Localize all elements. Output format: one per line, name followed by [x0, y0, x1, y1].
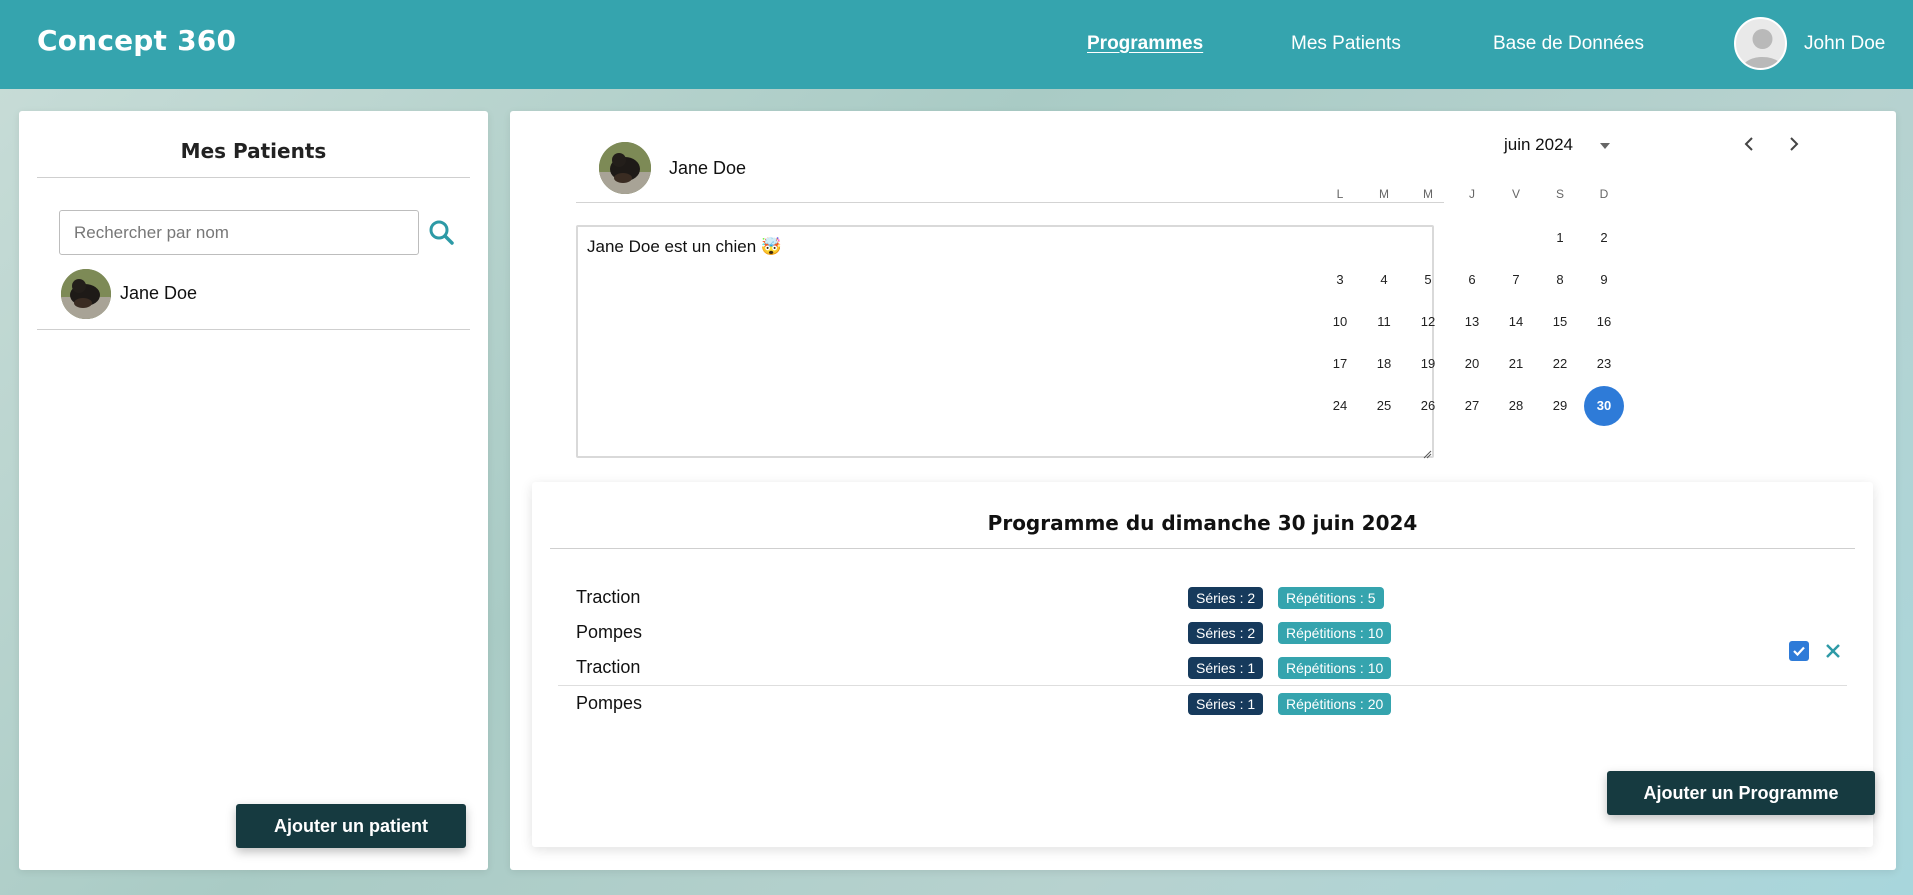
- exercise-name: Traction: [576, 587, 641, 607]
- calendar-weekday-label: D: [1599, 187, 1609, 201]
- calendar-weekday-label: M: [1423, 187, 1433, 201]
- calendar-day[interactable]: 7: [1496, 260, 1536, 300]
- chevron-right-icon[interactable]: [1783, 133, 1805, 155]
- calendar-day[interactable]: 20: [1452, 344, 1492, 384]
- nav-programmes[interactable]: Programmes: [1087, 33, 1203, 55]
- brand-logo[interactable]: Concept 360: [37, 24, 236, 57]
- calendar-day[interactable]: 3: [1320, 260, 1360, 300]
- calendar-day[interactable]: 6: [1452, 260, 1492, 300]
- calendar-day[interactable]: 9: [1584, 260, 1624, 300]
- patient-name: Jane Doe: [120, 283, 198, 303]
- reps-badge: Répétitions : 5: [1278, 587, 1384, 609]
- patient-name-header: Jane Doe: [669, 158, 747, 178]
- calendar-day[interactable]: 17: [1320, 344, 1360, 384]
- search-icon[interactable]: [425, 216, 459, 250]
- calendar-day[interactable]: 4: [1364, 260, 1404, 300]
- calendar-day[interactable]: 11: [1364, 302, 1404, 342]
- reps-badge: Répétitions : 10: [1278, 622, 1392, 644]
- chevron-left-icon[interactable]: [1738, 133, 1760, 155]
- calendar-day[interactable]: 21: [1496, 344, 1536, 384]
- calendar-day[interactable]: 16: [1584, 302, 1624, 342]
- exercise-name: Traction: [576, 657, 641, 677]
- patient-notes-textarea[interactable]: [576, 225, 1434, 458]
- calendar-day[interactable]: 5: [1408, 260, 1448, 300]
- calendar-day[interactable]: 12: [1408, 302, 1448, 342]
- calendar-day[interactable]: 24: [1320, 386, 1360, 426]
- top-navbar: Concept 360 Programmes Mes Patients Base…: [0, 0, 1913, 89]
- program-title: Programme du dimanche 30 juin 2024: [987, 511, 1418, 535]
- calendar-day[interactable]: 23: [1584, 344, 1624, 384]
- calendar-day[interactable]: 28: [1496, 386, 1536, 426]
- divider: [37, 329, 470, 330]
- calendar-weekday-label: M: [1379, 187, 1389, 201]
- program-complete-checkbox[interactable]: [1789, 641, 1809, 661]
- series-badge: Séries : 1: [1188, 693, 1264, 715]
- calendar-day[interactable]: 18: [1364, 344, 1404, 384]
- calendar-day[interactable]: 22: [1540, 344, 1580, 384]
- reps-badge: Répétitions : 10: [1278, 657, 1392, 679]
- divider: [550, 548, 1855, 549]
- series-badge: Séries : 1: [1188, 657, 1264, 679]
- calendar-day[interactable]: 19: [1408, 344, 1448, 384]
- add-patient-button[interactable]: Ajouter un patient: [236, 804, 466, 848]
- calendar-day[interactable]: 14: [1496, 302, 1536, 342]
- calendar-day[interactable]: 29: [1540, 386, 1580, 426]
- patients-sidebar: Mes Patients Jane Doe Ajouter un patient: [19, 111, 488, 870]
- calendar-day[interactable]: 26: [1408, 386, 1448, 426]
- calendar-day[interactable]: 8: [1540, 260, 1580, 300]
- calendar-day[interactable]: 25: [1364, 386, 1404, 426]
- calendar-day[interactable]: 10: [1320, 302, 1360, 342]
- program-card: Programme du dimanche 30 juin 2024 Tract…: [532, 482, 1875, 847]
- calendar-day[interactable]: 1: [1540, 218, 1580, 258]
- calendar-day[interactable]: 2: [1584, 218, 1624, 258]
- patient-avatar: [599, 142, 651, 194]
- calendar-day[interactable]: 15: [1540, 302, 1580, 342]
- series-badge: Séries : 2: [1188, 622, 1264, 644]
- divider: [576, 202, 1444, 203]
- patient-detail-panel: Jane Doe juin 2024 LMMJVSD 1234567891011…: [510, 111, 1896, 870]
- calendar-day[interactable]: 13: [1452, 302, 1492, 342]
- calendar-month-label[interactable]: juin 2024: [1504, 135, 1573, 155]
- calendar-weekday-label: S: [1555, 187, 1564, 201]
- exercise-name: Pompes: [576, 693, 643, 713]
- divider: [37, 177, 470, 178]
- search-input[interactable]: [59, 210, 419, 255]
- series-badge: Séries : 2: [1188, 587, 1264, 609]
- calendar-day-selected[interactable]: 30: [1584, 386, 1624, 426]
- nav-base-de-donnees[interactable]: Base de Données: [1493, 33, 1644, 55]
- calendar-weekday-label: V: [1511, 187, 1520, 201]
- reps-badge: Répétitions : 20: [1278, 693, 1392, 715]
- add-program-button[interactable]: Ajouter un Programme: [1607, 771, 1875, 815]
- resize-grip-icon[interactable]: [1422, 446, 1432, 459]
- sidebar-title: Mes Patients: [180, 139, 327, 163]
- calendar-weekday-label: L: [1336, 187, 1344, 201]
- nav-mes-patients[interactable]: Mes Patients: [1291, 33, 1401, 55]
- dropdown-caret-icon[interactable]: [1598, 139, 1612, 151]
- close-icon[interactable]: [1822, 640, 1844, 662]
- user-name[interactable]: John Doe: [1804, 33, 1885, 55]
- calendar-day[interactable]: 27: [1452, 386, 1492, 426]
- patient-avatar: [61, 269, 111, 319]
- user-avatar-icon[interactable]: [1734, 17, 1787, 70]
- calendar-weekday-label: J: [1469, 187, 1475, 201]
- divider: [558, 685, 1847, 686]
- exercise-name: Pompes: [576, 622, 643, 642]
